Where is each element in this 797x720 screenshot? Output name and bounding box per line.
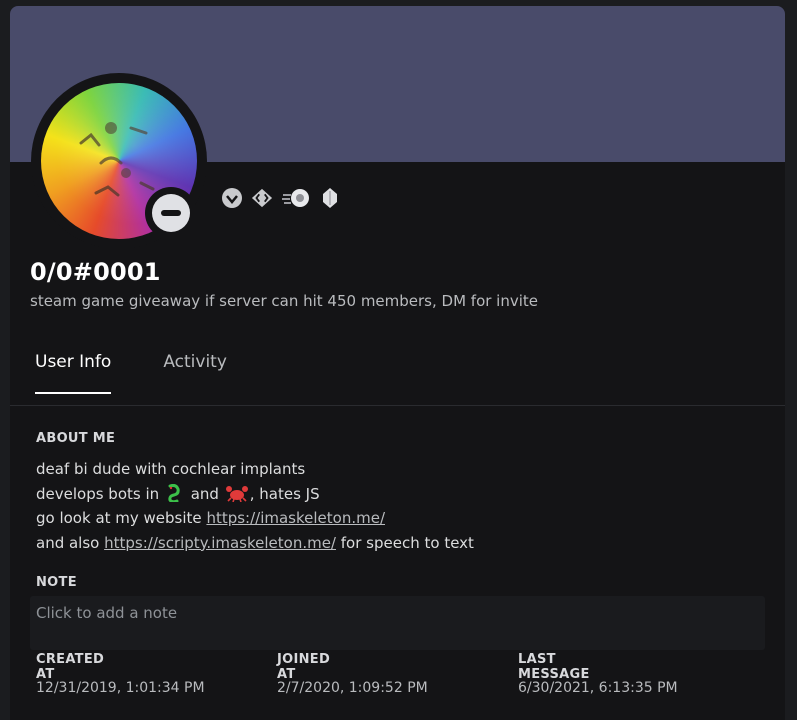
last-message-value: 6/30/2021, 6:13:35 PM: [518, 680, 678, 696]
about-text: for speech to text: [340, 533, 474, 552]
about-text: , hates JS: [249, 484, 320, 503]
nitro-gem-badge-icon[interactable]: [319, 187, 341, 209]
joined-at-value: 2/7/2020, 1:09:52 PM: [277, 680, 428, 696]
last-message-label: LAST MESSAGE: [518, 652, 590, 682]
developer-badge-icon[interactable]: [251, 187, 273, 209]
tab-activity[interactable]: Activity: [163, 352, 227, 394]
joined-at-label: JOINED AT: [277, 652, 331, 682]
created-at-label: CREATED AT: [36, 652, 105, 682]
user-profile-modal: 0/0#0001 steam game giveaway if server c…: [10, 6, 785, 720]
note-title: NOTE: [36, 575, 77, 590]
about-line: go look at my website https://imaskeleto…: [36, 506, 474, 531]
python-emoji-icon[interactable]: [166, 483, 184, 503]
note-placeholder: Click to add a note: [36, 604, 178, 622]
tab-user-info[interactable]: User Info: [35, 352, 112, 394]
note-input[interactable]: Click to add a note: [30, 596, 765, 650]
website-link[interactable]: https://imaskeleton.me/: [206, 509, 385, 527]
about-text: and also: [36, 533, 100, 552]
about-line: and also https://scripty.imaskeleton.me/…: [36, 531, 474, 556]
tabs-divider: [10, 405, 785, 406]
hypesquad-badge-icon[interactable]: [221, 187, 243, 209]
about-text: and: [190, 484, 219, 503]
username: 0/0#0001: [30, 258, 161, 286]
about-text: develops bots in: [36, 484, 160, 503]
boost-badge-icon[interactable]: [281, 187, 311, 209]
created-at-value: 12/31/2019, 1:01:34 PM: [36, 680, 205, 696]
crab-emoji-icon[interactable]: [225, 484, 248, 502]
about-line: deaf bi dude with cochlear implants: [36, 460, 306, 478]
about-text: go look at my website: [36, 509, 202, 527]
profile-tabs: User Info Activity: [35, 352, 227, 394]
about-line: develops bots in and , hates JS: [36, 482, 474, 507]
dnd-status-icon: [152, 194, 190, 232]
about-me-text: deaf bi dude with cochlear implants deve…: [36, 457, 474, 555]
custom-status: steam game giveaway if server can hit 45…: [30, 292, 539, 310]
badge-list: [221, 187, 341, 209]
scripty-link[interactable]: https://scripty.imaskeleton.me/: [104, 534, 336, 552]
about-me-title: ABOUT ME: [36, 431, 116, 446]
